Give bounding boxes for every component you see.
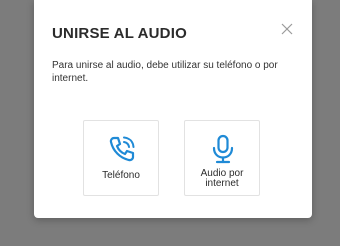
close-button[interactable] [278,20,296,38]
internet-audio-option-label: Audio por internet [185,169,259,189]
dialog-description: Para unirse al audio, debe utilizar su t… [52,60,278,84]
dialog-title: UNIRSE AL AUDIO [52,25,187,42]
join-audio-dialog: UNIRSE AL AUDIO Para unirse al audio, de… [34,0,312,218]
microphone-icon [212,134,234,164]
internet-audio-option-button[interactable]: Audio por internet [184,120,260,196]
close-icon [281,23,293,35]
internet-audio-label-line2: internet [205,178,239,189]
phone-option-label: Teléfono [102,170,140,181]
phone-icon [109,136,135,162]
phone-option-button[interactable]: Teléfono [83,120,159,196]
